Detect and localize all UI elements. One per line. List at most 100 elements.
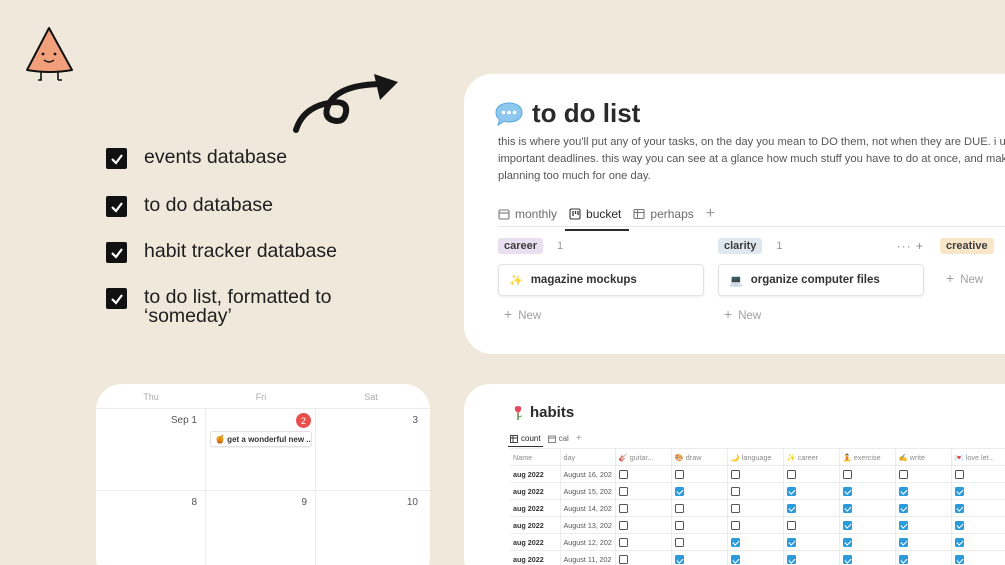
column-header[interactable]: 🌙 language <box>727 448 784 466</box>
checked-checkbox[interactable] <box>842 555 852 565</box>
checked-checkbox[interactable] <box>674 486 684 496</box>
checked-checkbox[interactable] <box>954 555 964 565</box>
table-row[interactable]: aug 2022 August 12, 202 <box>510 533 1005 551</box>
unchecked-checkbox[interactable] <box>618 520 628 530</box>
calendar-day[interactable]: Sep 1 <box>96 409 206 490</box>
checked-checkbox[interactable] <box>898 537 908 547</box>
tab-cal[interactable]: cal <box>547 434 569 443</box>
habit-cell <box>671 482 728 500</box>
triangle-mascot-icon <box>26 27 73 81</box>
table-row[interactable]: aug 2022 August 13, 202 <box>510 516 1005 534</box>
checklist-item-someday: to do list, formatted to ‘someday’ <box>106 286 384 327</box>
group-tag[interactable]: clarity <box>718 238 763 254</box>
habit-cell <box>951 550 1005 565</box>
unchecked-checkbox[interactable] <box>674 537 684 547</box>
table-row[interactable]: aug 2022 August 16, 202 <box>510 465 1005 483</box>
new-card-button[interactable]: + New <box>718 306 924 322</box>
add-view-button[interactable]: + <box>706 205 715 223</box>
weekday-label: Fri <box>255 392 267 402</box>
checked-checkbox[interactable] <box>954 537 964 547</box>
column-header[interactable]: 🧘 exercise <box>839 448 896 466</box>
checklist-label: to do list, formatted to ‘someday’ <box>144 286 332 327</box>
tab-monthly[interactable]: monthly <box>498 202 557 226</box>
board-card[interactable]: ✨ magazine mockups <box>498 264 704 296</box>
tab-count[interactable]: count <box>508 434 543 447</box>
tab-label: count <box>521 434 541 443</box>
habit-cell <box>671 516 728 534</box>
new-card-button[interactable]: + New <box>940 270 1005 286</box>
row-day: August 13, 202 <box>560 516 616 534</box>
day-number: Sep 1 <box>170 415 197 426</box>
calendar-day[interactable]: 10 <box>316 491 426 565</box>
checked-checkbox[interactable] <box>730 537 740 547</box>
checked-checkbox[interactable] <box>954 486 964 496</box>
checked-checkbox[interactable] <box>898 555 908 565</box>
column-header[interactable]: 💌 love let... <box>951 448 1005 466</box>
tab-bucket[interactable]: bucket <box>565 202 630 231</box>
checked-checkbox[interactable] <box>786 503 796 513</box>
checked-checkbox[interactable] <box>842 520 852 530</box>
unchecked-checkbox[interactable] <box>730 520 740 530</box>
habit-cell <box>839 499 896 517</box>
table-row[interactable]: aug 2022 August 14, 202 <box>510 499 1005 517</box>
unchecked-checkbox[interactable] <box>786 469 796 479</box>
habit-cell <box>615 465 672 483</box>
tab-perhaps[interactable]: perhaps <box>633 202 694 226</box>
unchecked-checkbox[interactable] <box>674 503 684 513</box>
calendar-day[interactable]: 3 <box>316 409 426 490</box>
unchecked-checkbox[interactable] <box>730 486 740 496</box>
table-row[interactable]: aug 2022 August 15, 202 <box>510 482 1005 500</box>
checked-checkbox[interactable] <box>954 503 964 513</box>
sparkles-icon: ✨ <box>509 274 523 287</box>
column-header[interactable]: Name <box>510 448 561 466</box>
unchecked-checkbox[interactable] <box>618 555 628 565</box>
checked-checkbox[interactable] <box>842 503 852 513</box>
checked-checkbox[interactable] <box>786 486 796 496</box>
board-card[interactable]: 💻 organize computer files <box>718 264 924 296</box>
checked-checkbox[interactable] <box>898 503 908 513</box>
table-row[interactable]: aug 2022 August 11, 202 <box>510 550 1005 565</box>
column-header[interactable]: ✍️ write <box>895 448 952 466</box>
checklist-label: habit tracker database <box>144 240 337 262</box>
tab-label: perhaps <box>650 207 694 221</box>
unchecked-checkbox[interactable] <box>842 469 852 479</box>
calendar-card: Thu Fri Sat Sep 1 2 🍯 get a wonderful ne… <box>96 384 430 565</box>
new-card-button[interactable]: + New <box>498 306 704 322</box>
calendar-day-today[interactable]: 2 🍯 get a wonderful new ... <box>206 409 316 490</box>
unchecked-checkbox[interactable] <box>618 503 628 513</box>
unchecked-checkbox[interactable] <box>730 503 740 513</box>
unchecked-checkbox[interactable] <box>674 469 684 479</box>
checked-checkbox[interactable] <box>842 537 852 547</box>
checked-checkbox[interactable] <box>786 537 796 547</box>
unchecked-checkbox[interactable] <box>898 469 908 479</box>
group-tag[interactable]: creative <box>940 238 994 254</box>
calendar-event[interactable]: 🍯 get a wonderful new ... <box>210 431 312 447</box>
unchecked-checkbox[interactable] <box>618 486 628 496</box>
checked-checkbox[interactable] <box>842 486 852 496</box>
column-header[interactable]: 🎸 guitar... <box>615 448 672 466</box>
unchecked-checkbox[interactable] <box>730 469 740 479</box>
checked-checkbox[interactable] <box>674 555 684 565</box>
calendar-day[interactable]: 8 <box>96 491 206 565</box>
checked-checkbox[interactable] <box>898 486 908 496</box>
checked-checkbox[interactable] <box>786 555 796 565</box>
column-header[interactable]: day <box>560 448 616 466</box>
habit-cell <box>895 550 952 565</box>
column-header[interactable]: ✨ career <box>783 448 840 466</box>
unchecked-checkbox[interactable] <box>618 537 628 547</box>
group-options-button[interactable]: ··· + <box>897 239 924 253</box>
unchecked-checkbox[interactable] <box>674 520 684 530</box>
row-name: aug 2022 <box>510 516 561 534</box>
checked-checkbox[interactable] <box>730 555 740 565</box>
checked-checkbox[interactable] <box>898 520 908 530</box>
unchecked-checkbox[interactable] <box>618 469 628 479</box>
group-tag[interactable]: career <box>498 238 544 254</box>
habit-cell <box>615 516 672 534</box>
calendar-day[interactable]: 9 <box>206 491 316 565</box>
unchecked-checkbox[interactable] <box>954 469 964 479</box>
column-header[interactable]: 🎨 draw <box>671 448 728 466</box>
weekday-label: Thu <box>143 392 159 402</box>
unchecked-checkbox[interactable] <box>786 520 796 530</box>
add-view-button[interactable]: + <box>576 433 582 444</box>
checked-checkbox[interactable] <box>954 520 964 530</box>
